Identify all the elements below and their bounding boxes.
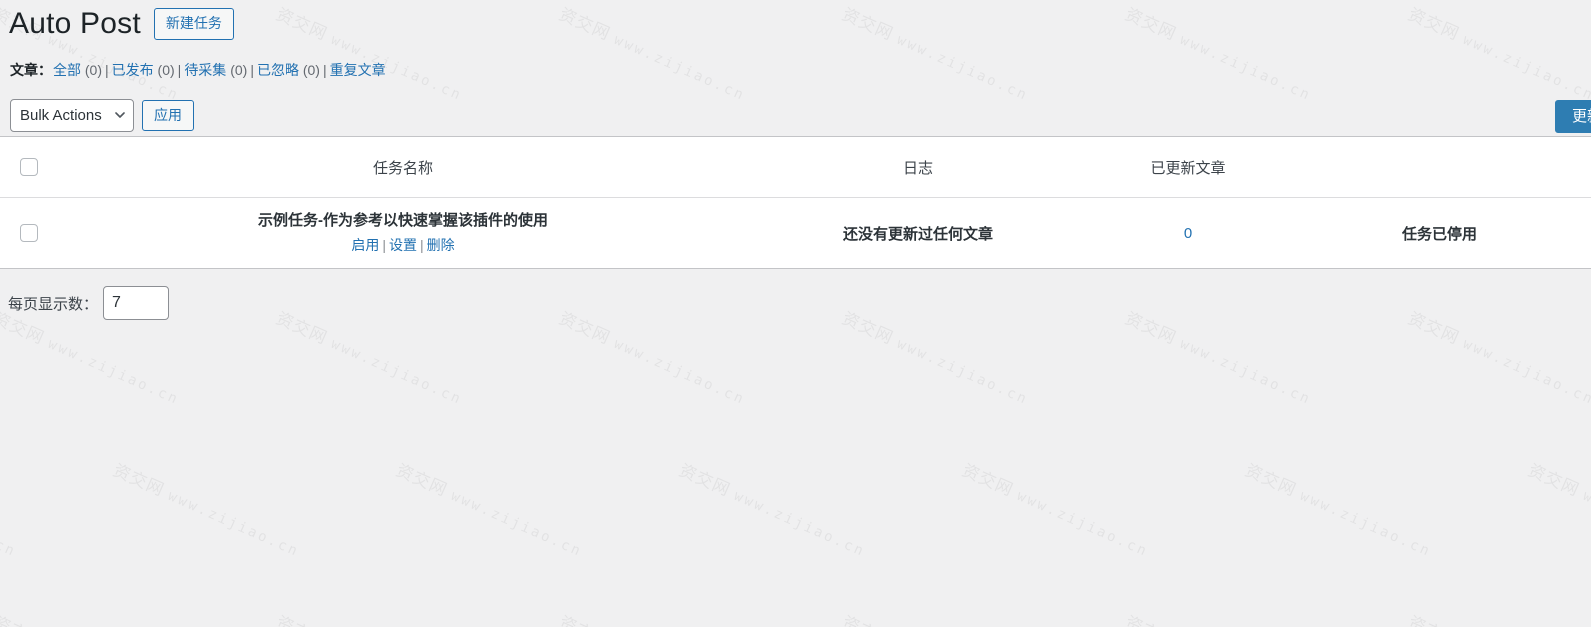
- select-all-checkbox[interactable]: [20, 158, 38, 177]
- watermark-text: 资交网 www.zijiao.cn: [0, 487, 19, 561]
- filter-count-all: (0): [84, 62, 103, 78]
- per-page-label: 每页显示数：: [8, 295, 99, 313]
- watermark-text: 资交网 www.zijiao.cn: [109, 460, 302, 561]
- task-name-text: 示例任务-作为参考以快速掌握该插件的使用: [258, 212, 548, 229]
- watermark-text: 资交网 www.zijiao.cn: [1122, 608, 1317, 627]
- watermark-text: 资交网 www.zijiao.cn: [839, 608, 1034, 627]
- filter-count-pending: (0): [230, 62, 248, 78]
- task-name-cell: 示例任务-作为参考以快速掌握该插件的使用 启用 | 设置 | 删除: [58, 198, 748, 269]
- log-text: 还没有更新过任何文章: [842, 225, 993, 243]
- row-actions: 启用 | 设置 | 删除: [58, 235, 748, 256]
- log-cell: 还没有更新过任何文章: [748, 198, 1088, 269]
- watermark-text: 资交网 www.zijiao.cn: [1241, 460, 1434, 561]
- update-all-button[interactable]: 更新全部: [1554, 100, 1591, 133]
- watermark-text: 资交网 www.zijiao.cn: [675, 460, 868, 561]
- filter-separator: |: [322, 62, 327, 78]
- admin-page: Auto Post 新建任务 文章：全部 (0) | 已发布 (0) | 待采集 (0)…: [0, 0, 1591, 320]
- updated-posts-link[interactable]: 0: [1184, 225, 1192, 242]
- bulk-actions-select[interactable]: Bulk Actions: [10, 98, 134, 132]
- table-header-row: 任务名称 日志 已更新文章: [0, 136, 1591, 198]
- per-page-row: 每页显示数：: [8, 286, 1591, 320]
- page-header: Auto Post 新建任务: [0, 0, 1591, 44]
- select-all-header: [0, 136, 58, 198]
- watermark-text: 资交网 www.zijiao.cn: [1524, 460, 1591, 561]
- tasks-table: 任务名称 日志 已更新文章 示例任务-作为参考以快速掌握该插件的使用 启用 | 设置…: [0, 136, 1591, 269]
- post-status-filter-list: 文章：全部 (0) | 已发布 (0) | 待采集 (0) | 已忽略 (0) | 重复文章: [10, 60, 1591, 81]
- filter-link-pending[interactable]: 待采集: [184, 62, 226, 78]
- watermark-text: 资交网 www.zijiao.cn: [556, 608, 751, 627]
- per-page-input[interactable]: [103, 286, 170, 320]
- status-cell: 任务已停用: [1288, 198, 1591, 269]
- row-action-separator: |: [382, 237, 386, 253]
- table-head: 任务名称 日志 已更新文章: [0, 136, 1591, 198]
- filter-separator: |: [177, 62, 182, 78]
- column-header-status: [1288, 136, 1591, 198]
- watermark-text: 资交网 www.zijiao.cn: [0, 608, 185, 627]
- page-title: Auto Post: [9, 7, 141, 41]
- filter-link-ignored[interactable]: 已忽略: [257, 62, 299, 78]
- filter-count-ignored: (0): [302, 62, 320, 78]
- filter-separator: |: [250, 62, 254, 78]
- filter-link-published[interactable]: 已发布: [112, 62, 154, 78]
- table-body: 示例任务-作为参考以快速掌握该插件的使用 启用 | 设置 | 删除 还没有更新过任何文章…: [0, 198, 1591, 269]
- apply-button[interactable]: 应用: [142, 99, 194, 131]
- watermark-text: 资交网 www.zijiao.cn: [273, 608, 468, 627]
- column-header-updated-posts[interactable]: 已更新文章: [1088, 136, 1288, 198]
- column-header-task-name[interactable]: 任务名称: [58, 136, 748, 198]
- new-task-button[interactable]: 新建任务: [153, 8, 234, 40]
- filter-link-duplicate[interactable]: 重复文章: [330, 62, 386, 78]
- row-action-separator: |: [420, 237, 424, 253]
- table-toolbar: Bulk Actions 应用 更新全部: [0, 95, 1591, 135]
- watermark-text: 资交网 www.zijiao.cn: [1405, 608, 1591, 627]
- bulk-actions-wrapper: Bulk Actions: [10, 98, 134, 132]
- filter-count-published: (0): [157, 62, 175, 78]
- filter-group-label: 文章: [10, 62, 38, 78]
- watermark-text: 资交网 www.zijiao.cn: [958, 460, 1151, 561]
- filter-colon: ：: [38, 62, 52, 78]
- updated-posts-cell: 0: [1088, 198, 1288, 269]
- column-header-log[interactable]: 日志: [748, 136, 1088, 198]
- filter-link-all[interactable]: 全部: [53, 62, 81, 78]
- row-select-cell: [0, 198, 58, 269]
- table-row: 示例任务-作为参考以快速掌握该插件的使用 启用 | 设置 | 删除 还没有更新过任何文章…: [0, 198, 1591, 269]
- status-badge: 任务已停用: [1401, 225, 1477, 243]
- row-action-delete[interactable]: 删除: [427, 237, 455, 253]
- row-checkbox[interactable]: [20, 224, 38, 243]
- row-action-enable[interactable]: 启用: [351, 237, 379, 253]
- watermark-text: 资交网 www.zijiao.cn: [392, 460, 585, 561]
- filter-separator: |: [105, 62, 109, 78]
- row-action-settings[interactable]: 设置: [389, 237, 417, 253]
